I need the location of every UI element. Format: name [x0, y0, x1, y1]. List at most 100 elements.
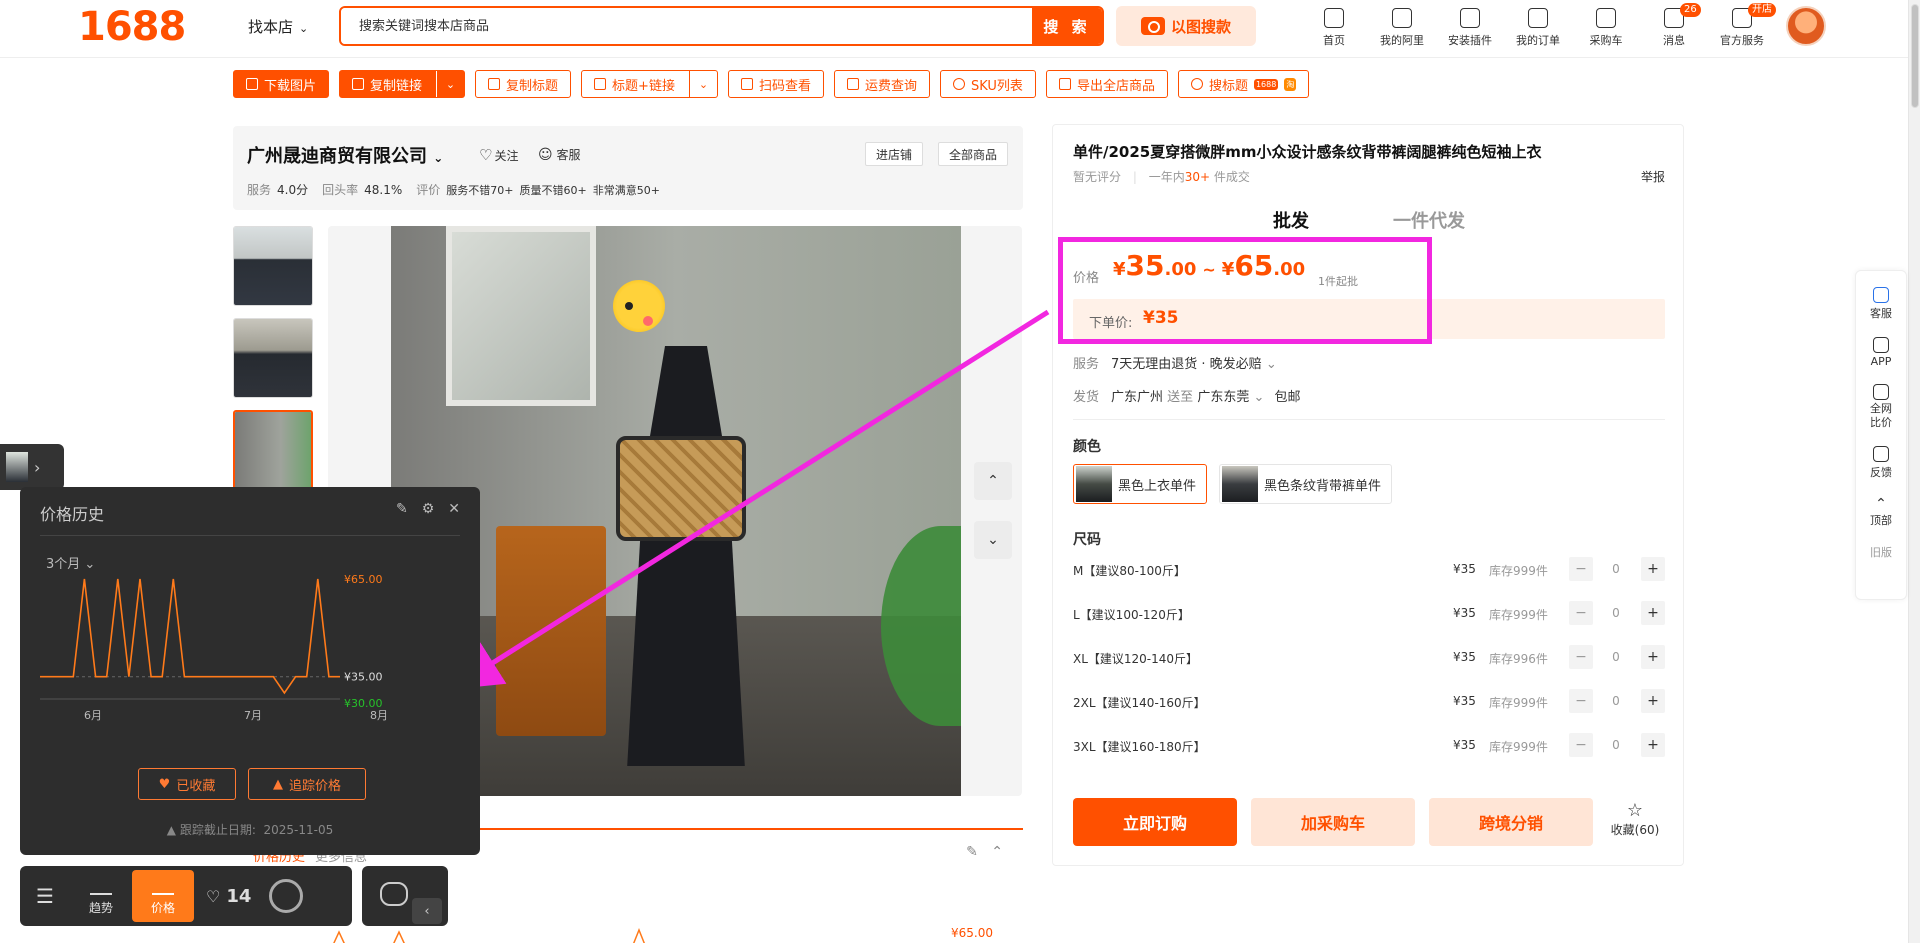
- dock-price[interactable]: 价格: [132, 870, 194, 922]
- cross-border-button[interactable]: 跨境分销: [1429, 798, 1593, 846]
- sku-list-button[interactable]: SKU列表: [939, 70, 1036, 98]
- price-range-separator: ~: [1202, 260, 1216, 279]
- nav-official-service[interactable]: 开店 官方服务: [1708, 3, 1776, 48]
- price-series-line: [40, 578, 340, 695]
- buy-now-button[interactable]: 立即订购: [1073, 798, 1237, 846]
- nav-home[interactable]: 首页: [1300, 6, 1368, 48]
- tab-dropship[interactable]: 一件代发: [1393, 207, 1465, 233]
- close-icon[interactable]: ✕: [448, 501, 460, 517]
- page-scrollbar[interactable]: [1908, 0, 1920, 943]
- nav-my-ali[interactable]: 我的阿里: [1368, 6, 1436, 48]
- enter-shop-button[interactable]: 进店铺: [865, 142, 924, 166]
- report-link[interactable]: 举报: [1641, 168, 1665, 185]
- title-link-button[interactable]: 标题+链接 ⌄: [581, 70, 718, 98]
- scan-view-button[interactable]: 扫码查看: [727, 70, 824, 98]
- product-thumbnail-active[interactable]: [233, 410, 313, 490]
- product-thumbnail[interactable]: [233, 226, 313, 306]
- site-logo[interactable]: 1688: [78, 4, 186, 50]
- float-customer-service[interactable]: 客服: [1856, 287, 1906, 321]
- price-range: ¥35.00 ~ ¥65.00: [1113, 249, 1305, 282]
- add-to-cart-button[interactable]: 加采购车: [1251, 798, 1415, 846]
- nav-cart[interactable]: 采购车: [1572, 6, 1640, 48]
- history-icon[interactable]: [269, 879, 304, 913]
- plugin-collapse-handle[interactable]: ›: [0, 444, 64, 490]
- follow-button[interactable]: ♡ 关注: [479, 146, 518, 164]
- decrement-button[interactable]: −: [1569, 689, 1593, 713]
- collected-button[interactable]: ♥ 已收藏: [138, 768, 236, 800]
- edit-icon[interactable]: ✎: [966, 844, 978, 860]
- decrement-button[interactable]: −: [1569, 645, 1593, 669]
- download-images-button[interactable]: 下载图片: [233, 70, 330, 98]
- range-selector[interactable]: 3个月 ⌄: [46, 553, 95, 572]
- decrement-button[interactable]: −: [1569, 733, 1593, 757]
- image-prev-button[interactable]: ⌃: [974, 462, 1012, 500]
- chevron-down-icon[interactable]: ⌄: [1266, 357, 1277, 372]
- copy-title-button[interactable]: 复制标题: [475, 70, 572, 98]
- decrement-button[interactable]: −: [1569, 601, 1593, 625]
- chevron-down-icon[interactable]: ⌄: [688, 71, 717, 97]
- increment-button[interactable]: +: [1641, 645, 1665, 669]
- gear-icon[interactable]: ⚙: [422, 501, 435, 517]
- customer-service-button[interactable]: ☺ 客服: [538, 146, 580, 163]
- chevron-up-icon[interactable]: ⌃: [991, 844, 1003, 860]
- increment-button[interactable]: +: [1641, 557, 1665, 581]
- quantity-input[interactable]: 0: [1599, 606, 1633, 620]
- export-all-button[interactable]: 导出全店商品: [1045, 70, 1168, 98]
- image-search-button[interactable]: 以图搜款: [1116, 6, 1256, 46]
- float-app[interactable]: APP: [1856, 337, 1906, 368]
- chevron-down-icon: ⌄: [84, 557, 96, 572]
- search-title-button[interactable]: 搜标题 1688 淘: [1177, 70, 1310, 98]
- search-icon: [1190, 78, 1203, 90]
- thumbnail-image: [234, 319, 312, 397]
- quantity-input[interactable]: 0: [1599, 562, 1633, 576]
- store-selector[interactable]: 找本店 ⌄: [248, 16, 308, 37]
- nav-install-plugin[interactable]: 安装插件: [1436, 6, 1504, 48]
- company-name[interactable]: 广州晟迪商贸有限公司 ⌄: [247, 142, 443, 168]
- ship-to[interactable]: 广东东莞: [1197, 390, 1249, 405]
- export-all-label: 导出全店商品: [1076, 78, 1155, 94]
- service-score: 4.0分: [277, 183, 309, 197]
- plugin-dock: ☰ 趋势 价格 ♡ 14: [20, 866, 352, 926]
- scrollbar-thumb[interactable]: [1911, 4, 1919, 108]
- dock-favorites[interactable]: ♡ 14: [194, 886, 263, 907]
- track-price-button[interactable]: ▲ 追踪价格: [248, 768, 366, 800]
- search-input[interactable]: [341, 8, 1031, 44]
- chevron-left-icon[interactable]: ‹: [412, 898, 442, 924]
- float-old-version[interactable]: 旧版: [1856, 544, 1906, 560]
- image-next-button[interactable]: ⌄: [974, 521, 1012, 559]
- thumbnail-image: [235, 412, 311, 488]
- product-thumbnail[interactable]: [233, 318, 313, 398]
- quantity-input[interactable]: 0: [1599, 650, 1633, 664]
- chevron-down-icon[interactable]: ⌄: [436, 71, 465, 97]
- search-button[interactable]: 搜 索: [1032, 8, 1102, 44]
- favorite-button[interactable]: ☆ 收藏(60): [1605, 801, 1665, 838]
- color-label: 颜色: [1073, 439, 1101, 455]
- quantity-input[interactable]: 0: [1599, 738, 1633, 752]
- increment-button[interactable]: +: [1641, 601, 1665, 625]
- service-value[interactable]: 7天无理由退货 · 晚发必赔: [1111, 357, 1262, 372]
- avatar[interactable]: [1786, 6, 1826, 46]
- edit-icon[interactable]: ✎: [396, 501, 408, 517]
- x-tick-label: 6月: [84, 709, 102, 722]
- company-panel: 广州晟迪商贸有限公司 ⌄ ♡ 关注 ☺ 客服 服务 4.0分 回头率 48.1% 评价…: [233, 126, 1023, 210]
- float-top[interactable]: ⌃ 顶部: [1856, 496, 1906, 528]
- copy-link-button[interactable]: 复制链接 ⌄: [339, 70, 466, 98]
- increment-button[interactable]: +: [1641, 689, 1665, 713]
- chat-icon[interactable]: [380, 882, 408, 906]
- float-compare[interactable]: 全网比价: [1856, 384, 1906, 430]
- shipping-query-button[interactable]: 运费查询: [833, 70, 930, 98]
- float-feedback[interactable]: 反馈: [1856, 446, 1906, 480]
- nav-my-orders[interactable]: 我的订单: [1504, 6, 1572, 48]
- nav-messages[interactable]: 26 消息: [1640, 3, 1708, 48]
- chevron-down-icon[interactable]: ⌄: [1253, 390, 1264, 405]
- quantity-input[interactable]: 0: [1599, 694, 1633, 708]
- dock-trend[interactable]: 趋势: [70, 870, 132, 922]
- tab-wholesale[interactable]: 批发: [1273, 207, 1309, 233]
- price-wave-icon: [152, 877, 174, 895]
- increment-button[interactable]: +: [1641, 733, 1665, 757]
- dock-menu[interactable]: ☰: [20, 870, 70, 922]
- decrement-button[interactable]: −: [1569, 557, 1593, 581]
- color-option-selected[interactable]: 黑色上衣单件: [1073, 464, 1208, 504]
- color-option[interactable]: 黑色条纹背带裤单件: [1219, 464, 1393, 504]
- all-products-button[interactable]: 全部商品: [938, 142, 1009, 166]
